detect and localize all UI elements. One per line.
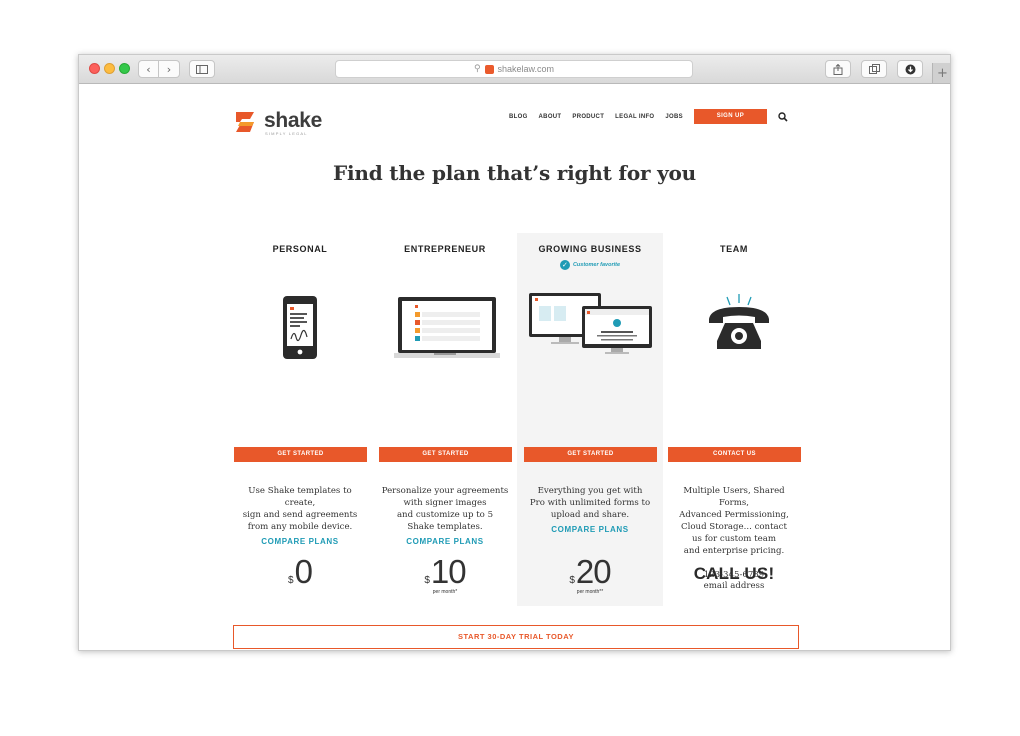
start-trial-button[interactable]: START 30-DAY TRIAL TODAY [233, 625, 799, 649]
description-line: Multiple Users, Shared Forms, [683, 486, 785, 508]
price-amount: 10 [430, 553, 467, 590]
logo-wordmark: shake [264, 109, 323, 132]
get-started-button-entrepreneur[interactable]: GET STARTED [379, 447, 512, 462]
chevron-left-icon: ‹ [146, 62, 151, 76]
compare-plans-link[interactable]: COMPARE PLANS [233, 536, 367, 548]
price-period: per month* [432, 589, 458, 595]
browser-toolbar: ‹ › ⚲ shakelaw.com + [79, 55, 950, 84]
check-circle-icon: ✓ [559, 260, 570, 270]
plan-name: PERSONAL [272, 244, 328, 254]
search-icon: ⚲ [473, 64, 481, 74]
laptop-icon [394, 297, 500, 358]
phone-number: 123-345-6789 [703, 570, 765, 580]
plan-price: $ 20 per month** [523, 555, 657, 595]
currency-symbol: $ [424, 575, 430, 586]
description-line: Use Shake templates to create, [248, 486, 352, 508]
description-line: and customize up to 5 [396, 510, 494, 520]
download-icon [905, 64, 915, 74]
price-amount: 0 [294, 553, 313, 590]
plan-team: TEAM CALL US! [667, 244, 801, 583]
plan-name: TEAM [720, 244, 748, 254]
badge-label: Customer favorite [572, 262, 621, 268]
close-window-button[interactable] [89, 63, 100, 74]
nav-about[interactable]: ABOUT [539, 114, 562, 120]
description-line: sign and send agreements [242, 510, 358, 520]
currency-symbol: $ [288, 575, 294, 586]
plan-name: ENTREPRENEUR [404, 244, 486, 254]
compare-plans-link[interactable]: COMPARE PLANS [378, 536, 512, 548]
share-icon [833, 63, 843, 75]
site-favicon [484, 64, 494, 74]
description-line: us for custom team [692, 534, 776, 544]
sidebar-toggle-button[interactable] [189, 60, 215, 78]
minimize-window-button[interactable] [104, 63, 115, 74]
get-started-button-personal[interactable]: GET STARTED [234, 447, 367, 462]
plan-description-entrepreneur: Personalize your agreements with signer … [378, 485, 512, 548]
downloads-button[interactable] [897, 60, 923, 78]
description-line: and enterprise pricing. [683, 546, 785, 556]
sign-up-button[interactable]: SIGN UP [693, 109, 767, 124]
plan-description-team: Multiple Users, Shared Forms, Advanced P… [667, 485, 801, 557]
search-icon[interactable] [778, 111, 788, 122]
get-started-button-growing-business[interactable]: GET STARTED [524, 447, 657, 462]
nav-legal-info[interactable]: LEGAL INFO [615, 114, 654, 120]
description-line: Pro with unlimited forms to [529, 498, 651, 508]
description-line: upload and share. [550, 510, 630, 520]
description-line: Shake templates. [407, 522, 483, 532]
mobile-phone-icon [283, 296, 317, 359]
team-contact-info: 123-345-6789 email address [667, 570, 801, 592]
main-nav: BLOG ABOUT PRODUCT LEGAL INFO JOBS SIGN … [509, 109, 788, 124]
plan-price: $ 10 per month* [378, 555, 512, 595]
browser-window: ‹ › ⚲ shakelaw.com + shake SIMPLY LEGAL … [78, 54, 951, 651]
plan-price: $ 0 [233, 555, 367, 588]
description-line: Everything you get with [537, 486, 643, 496]
plan-growing-business: GROWING BUSINESS ✓ Customer favorite $ 2… [523, 244, 657, 595]
compare-plans-link[interactable]: COMPARE PLANS [523, 524, 657, 536]
nav-blog[interactable]: BLOG [509, 114, 528, 120]
plan-name: GROWING BUSINESS [538, 244, 642, 254]
price-period: per month** [576, 589, 604, 595]
desktop-monitors-icon [529, 293, 652, 354]
new-tab-button[interactable]: + [932, 63, 950, 83]
plan-personal: PERSONAL $ 0 [233, 244, 367, 588]
email-address: email address [703, 581, 765, 591]
plan-entrepreneur: ENTREPRENEUR $ 10 per month* [378, 244, 512, 595]
tabs-icon [868, 64, 880, 74]
telephone-icon [709, 294, 769, 349]
nav-jobs[interactable]: JOBS [665, 114, 683, 120]
description-line: with signer images [403, 498, 487, 508]
share-button[interactable] [825, 60, 851, 78]
description-line: from any mobile device. [247, 522, 353, 532]
address-bar[interactable]: ⚲ shakelaw.com [335, 60, 693, 78]
plus-icon: + [937, 65, 948, 81]
customer-favorite-badge: ✓ Customer favorite [523, 260, 657, 270]
currency-symbol: $ [569, 575, 575, 586]
chevron-right-icon: › [166, 62, 172, 76]
sidebar-icon [196, 64, 208, 74]
url-text: shakelaw.com [497, 64, 555, 74]
price-amount: 20 [575, 553, 612, 590]
plan-description-personal: Use Shake templates to create, sign and … [233, 485, 367, 548]
description-line: Advanced Permissioning, [679, 510, 789, 520]
back-button[interactable]: ‹ [138, 60, 159, 78]
nav-product[interactable]: PRODUCT [572, 114, 604, 120]
contact-us-button[interactable]: CONTACT US [668, 447, 801, 462]
forward-button[interactable]: › [159, 60, 180, 78]
page-title: Find the plan that’s right for you [333, 161, 696, 185]
description-line: Cloud Storage... contact [681, 522, 787, 532]
site-logo[interactable]: shake SIMPLY LEGAL [233, 110, 322, 136]
page-content: shake SIMPLY LEGAL BLOG ABOUT PRODUCT LE… [79, 84, 950, 650]
zoom-window-button[interactable] [119, 63, 130, 74]
description-line: Personalize your agreements [381, 486, 509, 496]
shake-logo-icon [236, 112, 254, 132]
tabs-overview-button[interactable] [861, 60, 887, 78]
plan-description-growing-business: Everything you get with Pro with unlimit… [523, 485, 657, 536]
